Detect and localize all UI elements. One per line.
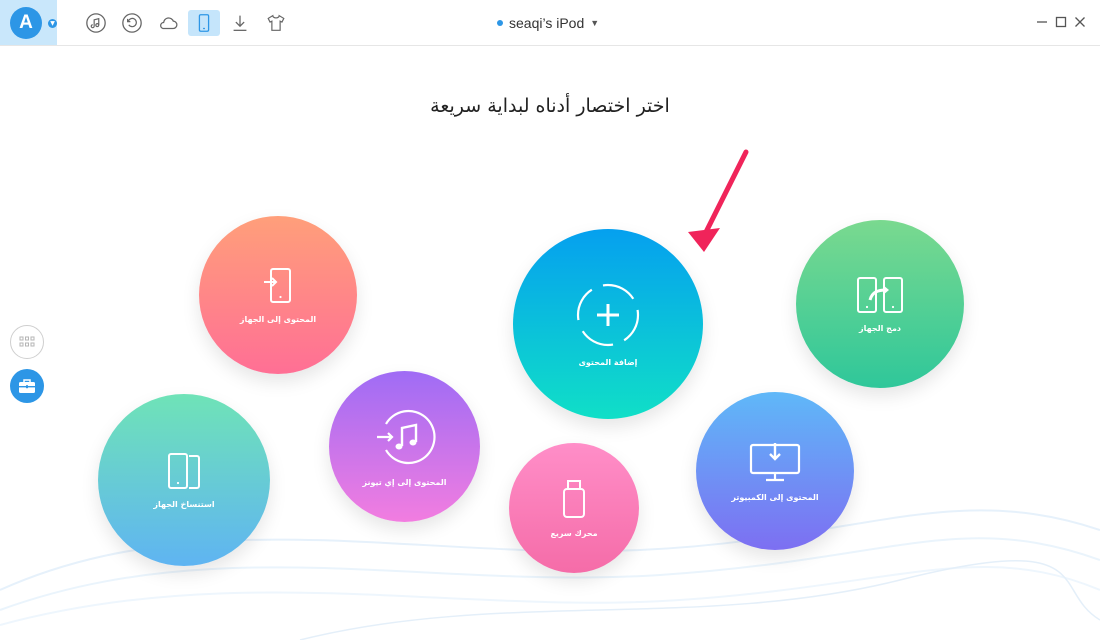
top-bar: A ▼ seaqi’s iPod ▼: [0, 0, 1100, 46]
content-to-computer-icon: [749, 442, 801, 481]
music-note-icon[interactable]: [83, 10, 109, 36]
toolbox-icon: [19, 379, 35, 393]
phone-icon[interactable]: [188, 10, 220, 36]
device-selector[interactable]: seaqi’s iPod ▼: [497, 14, 599, 32]
device-name: seaqi’s iPod: [509, 15, 585, 31]
content-to-device-icon: [264, 267, 291, 303]
cloud-icon[interactable]: [155, 10, 181, 36]
clone-device-label: استنساخ الجهاز: [153, 499, 215, 509]
grid-view-button[interactable]: [10, 325, 44, 359]
flash-drive-label: محرك سريع: [550, 528, 598, 538]
flash-drive-button[interactable]: محرك سريع: [509, 443, 639, 573]
connected-dot-icon: [497, 20, 503, 26]
app-logo[interactable]: A: [10, 7, 42, 39]
clone-device-icon: [168, 452, 200, 489]
clone-device-button[interactable]: استنساخ الجهاز: [98, 394, 270, 566]
close-icon[interactable]: [1072, 14, 1088, 30]
content-to-itunes-label: المحتوى إلى إي تيونز: [362, 478, 447, 487]
content-to-itunes-icon: [376, 409, 436, 465]
content-to-itunes-button[interactable]: المحتوى إلى إي تيونز: [329, 371, 480, 522]
add-content-label: إضافة المحتوى: [578, 357, 638, 367]
maximize-icon[interactable]: [1053, 14, 1069, 30]
grid-icon: [19, 336, 35, 347]
add-content-icon: [576, 283, 640, 346]
merge-device-button[interactable]: دمج الجهاز: [796, 220, 964, 388]
shirt-icon[interactable]: [263, 10, 289, 36]
content-to-device-button[interactable]: المحتوى إلى الجهاز: [199, 216, 357, 374]
content-to-device-label: المحتوى إلى الجهاز: [239, 314, 317, 324]
download-icon[interactable]: [227, 10, 253, 36]
restore-icon[interactable]: [119, 10, 145, 36]
merge-device-label: دمج الجهاز: [858, 323, 901, 333]
page-headline: اختر اختصار أدناه لبداية سريعة: [0, 95, 1100, 117]
toolkit-button[interactable]: [10, 369, 44, 403]
pointer-arrow-icon: [688, 149, 749, 252]
logo-area[interactable]: A ▼: [0, 0, 57, 45]
chevron-down-icon: ▼: [590, 18, 600, 28]
add-content-button[interactable]: إضافة المحتوى: [513, 229, 703, 419]
minimize-icon[interactable]: [1034, 14, 1050, 30]
content-to-computer-button[interactable]: المحتوى إلى الكمبيوتر: [696, 392, 854, 550]
headline-text: اختر اختصار أدناه لبداية سريعة: [430, 95, 670, 117]
merge-device-icon: [857, 276, 903, 313]
flash-drive-icon: [563, 479, 585, 518]
logo-menu-caret-icon[interactable]: ▼: [48, 19, 57, 28]
content-to-computer-label: المحتوى إلى الكمبيوتر: [731, 492, 819, 502]
